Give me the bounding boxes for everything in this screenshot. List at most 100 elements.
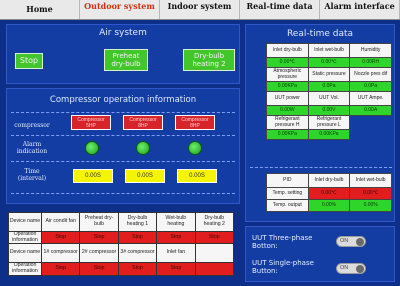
table-row: 0.00KPa 0.00KPa [266, 129, 392, 140]
value-cell: 0.00V [307, 105, 351, 116]
table-cell: Temp. output [266, 199, 309, 212]
status-cell: Stop [156, 230, 196, 245]
table-row: 0.00℃ 0.00℃ 0.00RH [266, 57, 392, 68]
table-cell: UUT power [266, 91, 309, 106]
single-phase-label: UUT Single-phase Button: [252, 259, 314, 275]
table-cell [350, 130, 392, 140]
table-cell [194, 243, 235, 264]
table-cell: Preheat dry-bulb [79, 212, 119, 232]
compressor-5hp-button[interactable]: Compressor 5HP [71, 115, 111, 130]
toggle-knob [356, 238, 364, 246]
stop-button[interactable]: Stop [15, 53, 43, 69]
table-cell: Wet-bulb heating [156, 212, 196, 232]
table-row: Operation information Stop Stop Stop Sto… [8, 262, 235, 276]
dry-bulb-heating-2-button[interactable]: Dry-bulb heating 2 [183, 49, 235, 71]
table-cell: 1# compressor [40, 243, 81, 264]
status-cell: Stop [40, 230, 81, 245]
top-nav: Home Outdoor system Indoor system Real-t… [0, 0, 400, 20]
value-cell: 0.00℃ [266, 57, 309, 68]
alarm-indication-label: Alarm indication [16, 141, 48, 155]
preheat-dry-bulb-button[interactable]: Preheat dry-bulb [104, 49, 148, 71]
table-row: Operation information Stop Stop Stop Sto… [8, 230, 235, 245]
value-cell: 0.00KPa [266, 81, 309, 92]
table-cell: Operation information [8, 262, 42, 276]
status-cell [194, 262, 235, 276]
value-cell: 0.00RH [349, 57, 392, 68]
table-row: 0.00W 0.00V 0.00A [266, 105, 392, 116]
toggle-on-label: ON [340, 265, 349, 271]
three-phase-toggle[interactable]: ON [336, 236, 366, 247]
status-cell: Stop [117, 230, 158, 245]
compressor-8hp-button[interactable]: Compressor 8HP [123, 115, 163, 130]
single-phase-toggle[interactable]: ON [336, 263, 366, 274]
table-row: Inlet dry-bulb Inlet wet-bulb Humidity [266, 43, 392, 58]
table-row: Refrigerant pressure H Refrigerant press… [266, 115, 392, 130]
alarm-lamp [85, 141, 99, 155]
table-cell: Dry-bulb heating 2 [194, 212, 235, 232]
tab-indoor-system[interactable]: Indoor system [160, 0, 240, 19]
table-cell: Humidity [349, 43, 392, 58]
table-cell: Air condit fan [40, 212, 81, 232]
divider [250, 167, 392, 168]
air-system-title: Air system [99, 28, 147, 38]
device-status-table: Device name Air condit fan Preheat dry-b… [8, 212, 235, 276]
status-cell: Stop [156, 262, 196, 276]
time-value: 0.00S [73, 169, 113, 183]
table-row: Device name Air condit fan Preheat dry-b… [8, 212, 235, 232]
compressor-row-label: compressor [14, 122, 50, 129]
tab-outdoor-system[interactable]: Outdoor system [80, 0, 160, 19]
table-cell: Refrigerant pressure H [266, 115, 309, 130]
table-cell: Inlet dry-bulb [307, 173, 351, 188]
table-row: 0.00KPa 0.0Pa 0.0Pa [266, 81, 392, 92]
table-row: UUT power UUT Vol. UUT Ampe. [266, 91, 392, 106]
real-time-data-title: Real-time data [286, 29, 354, 39]
time-value: 0.00S [177, 169, 217, 183]
tab-real-time-data[interactable]: Real-time data [240, 0, 320, 19]
table-cell: Inlet fan [156, 243, 196, 264]
table-cell: Atmospheric pressure [266, 67, 309, 82]
table-cell: UUT Vol. [307, 91, 351, 106]
table-cell: Device name [8, 212, 42, 232]
value-cell[interactable]: 0.00℃ [307, 187, 351, 200]
compressor-title: Compressor operation information [49, 95, 197, 105]
status-cell: Stop [117, 262, 158, 276]
status-cell: Stop [79, 230, 119, 245]
divider [11, 161, 235, 162]
table-cell: Nozzle pres dif [349, 67, 392, 82]
time-interval-label: Time (interval) [17, 168, 47, 182]
table-cell: Inlet wet-bulb [349, 173, 392, 188]
realtime-table-temps: Inlet dry-bulb Inlet wet-bulb Humidity 0… [266, 43, 392, 140]
air-system-panel: Air system Stop Preheat dry-bulb Dry-bul… [6, 24, 240, 84]
status-cell: Stop [40, 262, 81, 276]
value-cell: 0.00W [266, 105, 309, 116]
table-cell: Inlet wet-bulb [307, 43, 351, 58]
three-phase-label: UUT Three-phase Botton: [252, 234, 313, 250]
status-cell: Stop [79, 262, 119, 276]
value-cell: 0.00A [349, 105, 392, 116]
table-row: Atmospheric pressure Static pressure Noz… [266, 67, 392, 82]
value-cell[interactable]: 0.00℃ [349, 187, 392, 200]
value-cell: 0.0Pa [307, 81, 351, 92]
compressor-8hp-button[interactable]: Compressor 8HP [175, 115, 215, 130]
divider [11, 135, 235, 136]
real-time-data-panel: Real-time data Inlet dry-bulb Inlet wet-… [245, 24, 395, 222]
divider [11, 193, 235, 194]
value-cell: 0.00KPa [266, 129, 309, 140]
tab-alarm-interface[interactable]: Alarm interface [320, 0, 400, 19]
pid-table: PID Inlet dry-bulb Inlet wet-bulb Temp. … [266, 173, 392, 212]
table-row: Device name 1# compressor 2# compressor … [8, 243, 235, 264]
table-cell: 3# compressor [117, 243, 158, 264]
table-cell: PID [266, 173, 309, 188]
value-cell: 0.00% [349, 199, 392, 212]
table-row: Temp. setting 0.00℃ 0.00℃ [266, 187, 392, 200]
table-cell: Static pressure [307, 67, 351, 82]
table-row: Temp. output 0.00% 0.00% [266, 199, 392, 212]
value-cell: 0.00KPa [307, 129, 351, 140]
device-status-panel: Device name Air condit fan Preheat dry-b… [6, 208, 240, 282]
tab-home[interactable]: Home [0, 0, 80, 19]
value-cell: 0.00℃ [307, 57, 351, 68]
table-cell: Inlet dry-bulb [266, 43, 309, 58]
table-cell: Operation information [8, 230, 42, 245]
table-cell: Refrigerant pressure L [307, 115, 351, 130]
table-cell: UUT Ampe. [349, 91, 392, 106]
